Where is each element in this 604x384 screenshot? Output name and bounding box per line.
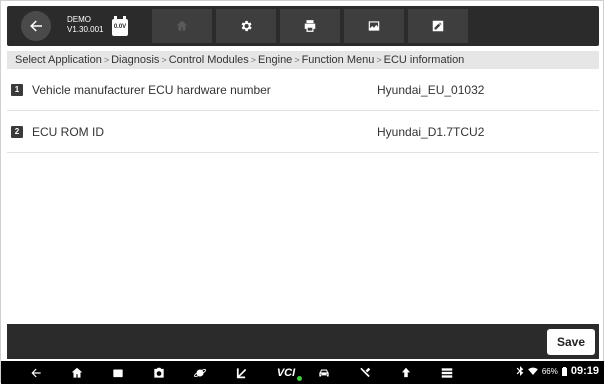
item-value: Hyundai_D1.7TCU2 [377,125,485,139]
demo-info: DEMO V1.30.001 [67,15,103,35]
battery-percent: 66% [541,366,558,376]
planet-icon [193,368,207,377]
menu-icon [441,367,453,378]
edit-icon [432,20,444,32]
item-label: Vehicle manufacturer ECU hardware number [32,83,271,97]
breadcrumb-item-current: ECU information [383,54,465,66]
nav-menu-button[interactable] [438,364,456,381]
image-icon [368,21,380,31]
bluetooth-icon [516,366,524,376]
clock: 09:19 [570,365,599,377]
breadcrumb-separator: > [376,55,382,65]
breadcrumb-separator: > [161,55,167,65]
app-window: DEMO V1.30.001 0.0V Select Application > D… [0,0,604,384]
breadcrumb: Select Application > Diagnosis > Control Mod… [7,51,599,69]
nav-update-button[interactable] [397,364,415,381]
bottom-action-bar: Save [7,324,599,359]
print-button[interactable] [280,9,340,43]
breadcrumb-item[interactable]: Engine [258,54,292,66]
home-icon [71,367,83,378]
item-value: Hyundai_EU_01032 [377,83,485,97]
back-arrow-icon [31,368,41,377]
car-icon [319,369,329,376]
status-area: 66% 09:19 [516,365,599,377]
demo-title: DEMO [67,15,91,24]
system-navigation-bar: VCI 66% 09:19 [1,361,604,384]
item-label: ECU ROM ID [32,125,104,139]
vci-status-dot [297,376,302,381]
camera-icon [154,367,164,378]
remote-icon [236,367,247,378]
nav-recents-button[interactable] [109,364,127,381]
breadcrumb-item[interactable]: Diagnosis [111,54,159,66]
top-toolbar: DEMO V1.30.001 0.0V [7,6,599,46]
list-item: 1 Vehicle manufacturer ECU hardware numb… [7,70,599,111]
save-button[interactable]: Save [547,329,595,355]
row-number-badge: 2 [11,126,23,138]
version-label: V1.30.001 [67,25,104,34]
breadcrumb-item[interactable]: Function Menu [302,54,375,66]
home-icon [176,20,188,31]
ecu-info-list: 1 Vehicle manufacturer ECU hardware numb… [7,70,599,322]
breadcrumb-separator: > [103,55,110,65]
wifi-icon [528,367,538,375]
nav-home-button[interactable] [68,364,86,381]
nav-back-button[interactable] [27,364,45,381]
screenshot-button[interactable] [344,9,404,43]
nav-browser-button[interactable] [191,364,209,381]
upload-arrow-icon [401,367,411,377]
gear-icon [241,20,252,32]
edit-button[interactable] [408,9,468,43]
printer-icon [304,20,316,32]
nav-camera-button[interactable] [150,364,168,381]
nav-tools-button[interactable] [356,364,374,381]
battery-voltage-indicator: 0.0V [112,15,128,36]
back-arrow-icon [30,20,42,32]
recents-icon [113,369,123,377]
nav-remote-button[interactable] [232,364,250,381]
breadcrumb-item[interactable]: Control Modules [169,54,249,66]
breadcrumb-item[interactable]: Select Application [15,54,102,66]
list-item: 2 ECU ROM ID Hyundai_D1.7TCU2 [7,112,599,153]
nav-vci-button[interactable]: VCI [273,364,302,381]
breadcrumb-separator: > [294,55,300,65]
settings-button[interactable] [216,9,276,43]
tools-icon [360,367,371,377]
vci-label: VCI [276,366,296,379]
nav-vehicle-button[interactable] [315,364,333,381]
battery-icon [561,366,567,376]
row-number-badge: 1 [11,84,23,96]
home-button[interactable] [152,9,212,43]
voltage-value: 0.0V [112,19,128,36]
back-button[interactable] [21,11,51,41]
breadcrumb-separator: > [250,55,257,65]
